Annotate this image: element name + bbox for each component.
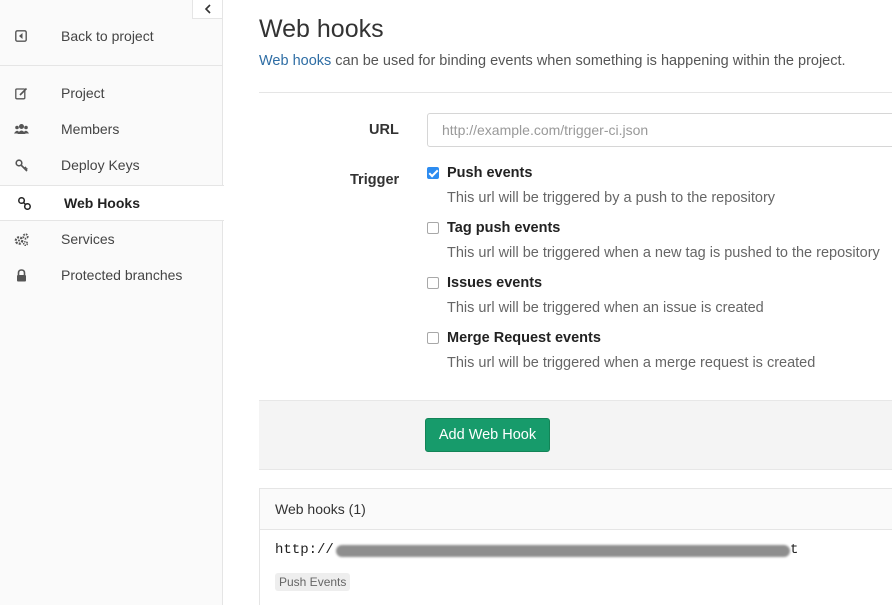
sidebar-item-label: Protected branches [61,267,183,283]
sidebar: Back to project Project Members Deploy K… [0,0,224,605]
page-title: Web hooks [259,15,384,43]
form-actions: Add Web Hook [259,400,892,470]
link-icon [16,195,32,211]
trigger-title[interactable]: Push events [447,165,532,181]
sidebar-item-deploy-keys[interactable]: Deploy Keys [0,147,223,183]
panel-title: Web hooks (1) [275,501,366,517]
add-web-hook-button[interactable]: Add Web Hook [425,418,550,452]
trigger-description: This url will be triggered by a push to … [447,190,776,206]
sidebar-item-label: Deploy Keys [61,157,140,173]
lock-icon [13,267,29,283]
sidebar-item-services[interactable]: Services [0,221,223,257]
url-input[interactable] [427,113,892,147]
collapse-sidebar-button[interactable] [192,0,223,19]
sidebar-item-label: Project [61,85,105,101]
sidebar-item-label: Members [61,121,120,137]
back-to-project-label: Back to project [61,28,154,44]
caret-square-left-icon [13,28,29,44]
sidebar-item-members[interactable]: Members [0,111,223,147]
sidebar-item-label: Services [61,231,115,247]
push-events-badge: Push Events [275,573,351,591]
key-icon [13,157,29,173]
chevron-left-icon [204,4,211,14]
issues-events-checkbox[interactable] [427,277,439,289]
trigger-description: This url will be triggered when a merge … [447,355,816,371]
sidebar-item-project[interactable]: Project [0,75,223,111]
sidebar-divider [0,65,223,66]
intro-text: can be used for binding events when some… [331,53,846,69]
page-intro: Web hooks can be used for binding events… [259,53,846,69]
hook-url: http:// [275,542,334,558]
cogs-icon [13,231,29,247]
url-label: URL [369,122,399,138]
sidebar-item-protected-branches[interactable]: Protected branches [0,257,223,293]
web-hooks-panel: Web hooks (1) http:// t Push Events [259,488,892,605]
divider [259,92,892,93]
trigger-title[interactable]: Merge Request events [447,330,601,346]
hook-url-tail: t [790,542,799,558]
panel-heading: Web hooks (1) [260,489,892,530]
trigger-description: This url will be triggered when an issue… [447,300,764,316]
trigger-description: This url will be triggered when a new ta… [447,245,880,261]
redacted-url-segment [336,545,790,557]
sidebar-item-label: Web Hooks [64,195,140,211]
merge-request-events-checkbox[interactable] [427,332,439,344]
back-to-project-link[interactable]: Back to project [0,18,223,54]
tag-push-events-checkbox[interactable] [427,222,439,234]
users-icon [13,121,29,137]
trigger-label: Trigger [350,172,400,188]
trigger-title[interactable]: Issues events [447,275,542,291]
edit-icon [13,85,29,101]
push-events-checkbox[interactable] [427,167,439,179]
web-hooks-doc-link[interactable]: Web hooks [259,53,331,69]
trigger-title[interactable]: Tag push events [447,220,560,236]
sidebar-item-web-hooks[interactable]: Web Hooks [0,185,224,221]
